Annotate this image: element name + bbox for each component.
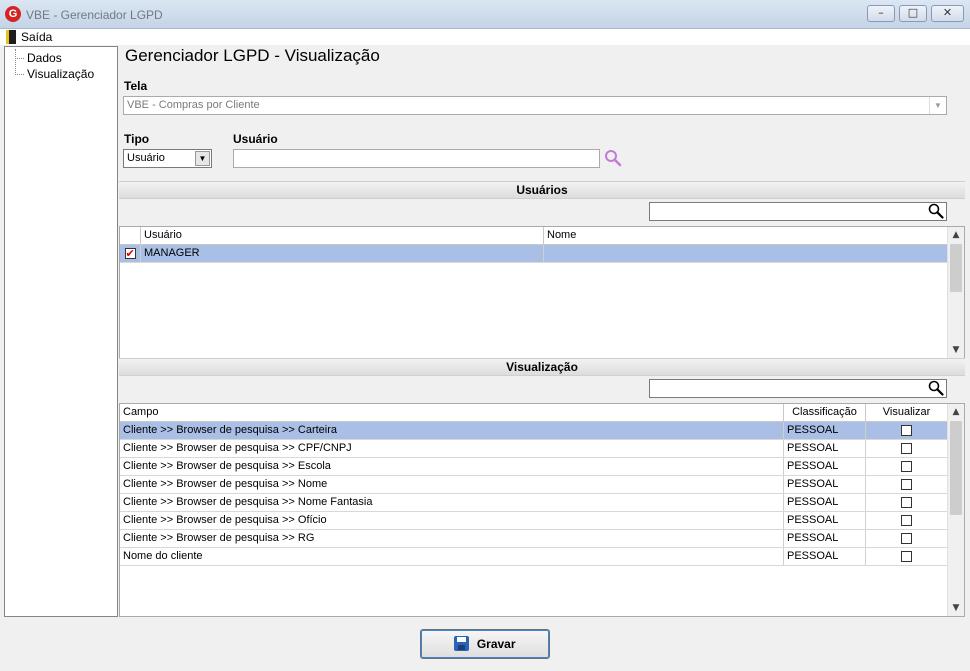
campo-cell: Cliente >> Browser de pesquisa >> Escola — [120, 458, 784, 475]
visualizacao-grid: Campo Classificação Visualizar Cliente >… — [119, 403, 965, 617]
classificacao-cell: PESSOAL — [784, 548, 866, 565]
nome-cell — [544, 245, 948, 262]
scroll-down-icon[interactable]: ▼ — [948, 600, 964, 616]
classificacao-cell: PESSOAL — [784, 422, 866, 439]
visualizar-checkbox[interactable] — [901, 478, 912, 490]
users-section-header: Usuários — [119, 181, 965, 199]
tela-select-value: VBE - Compras por Cliente — [127, 99, 260, 111]
classificacao-cell: PESSOAL — [784, 440, 866, 457]
table-row[interactable]: Nome do cliente PESSOAL — [120, 548, 948, 566]
table-row[interactable]: Cliente >> Browser de pesquisa >> Nome P… — [120, 476, 948, 494]
tipo-select[interactable]: Usuário ▼ — [123, 149, 212, 168]
column-header-nome[interactable]: Nome — [544, 227, 948, 245]
close-button[interactable]: ✕ — [931, 5, 964, 22]
table-row[interactable]: Cliente >> Browser de pesquisa >> Nome F… — [120, 494, 948, 512]
usuario-cell: MANAGER — [141, 245, 544, 262]
users-grid-header: Usuário Nome — [120, 227, 948, 245]
table-row[interactable]: Cliente >> Browser de pesquisa >> RG PES… — [120, 530, 948, 548]
window-title: VBE - Gerenciador LGPD — [26, 8, 163, 22]
table-row[interactable]: Cliente >> Browser de pesquisa >> Ofício… — [120, 512, 948, 530]
tipo-label: Tipo — [124, 132, 150, 146]
tela-select[interactable]: VBE - Compras por Cliente ▼ — [123, 96, 947, 115]
users-grid: Usuário Nome MANAGER ▲ ▼ — [119, 226, 965, 359]
visualizar-cell — [866, 494, 948, 511]
classificacao-cell: PESSOAL — [784, 530, 866, 547]
scroll-up-icon[interactable]: ▲ — [948, 404, 964, 420]
users-filter-input[interactable] — [649, 202, 947, 221]
campo-cell: Cliente >> Browser de pesquisa >> CPF/CN… — [120, 440, 784, 457]
visualizacao-grid-header: Campo Classificação Visualizar — [120, 404, 948, 422]
app-logo-icon: G — [5, 6, 21, 22]
chevron-down-icon[interactable]: ▼ — [195, 151, 210, 166]
visualizar-checkbox[interactable] — [901, 532, 912, 544]
scrollbar-thumb[interactable] — [950, 421, 962, 515]
title-bar: G VBE - Gerenciador LGPD – □ ✕ — [0, 0, 970, 29]
visualizar-checkbox[interactable] — [901, 496, 912, 508]
users-grid-scrollbar[interactable]: ▲ ▼ — [947, 227, 964, 358]
campo-cell: Cliente >> Browser de pesquisa >> Cartei… — [120, 422, 784, 439]
visualizar-cell — [866, 440, 948, 457]
visualizar-cell — [866, 548, 948, 565]
row-checkbox-cell — [120, 245, 141, 262]
save-button-label: Gravar — [476, 637, 516, 651]
visualizar-checkbox[interactable] — [901, 424, 912, 436]
visualizacao-grid-scrollbar[interactable]: ▲ ▼ — [947, 404, 964, 616]
campo-cell: Cliente >> Browser de pesquisa >> RG — [120, 530, 784, 547]
table-row[interactable]: Cliente >> Browser de pesquisa >> Escola… — [120, 458, 948, 476]
visualizar-cell — [866, 422, 948, 439]
navigation-tree: Dados Visualização — [4, 46, 118, 617]
search-icon[interactable] — [604, 149, 622, 167]
save-button[interactable]: Gravar — [420, 629, 550, 659]
campo-cell: Nome do cliente — [120, 548, 784, 565]
visualizar-cell — [866, 530, 948, 547]
classificacao-cell: PESSOAL — [784, 512, 866, 529]
tree-item-dados[interactable]: Dados — [15, 51, 62, 65]
visualizar-checkbox[interactable] — [901, 442, 912, 454]
column-header-visualizar[interactable]: Visualizar — [866, 404, 948, 422]
visualizar-checkbox[interactable] — [901, 550, 912, 562]
column-header-usuario[interactable]: Usuário — [141, 227, 544, 245]
scroll-down-icon[interactable]: ▼ — [948, 342, 964, 358]
column-header-campo[interactable]: Campo — [120, 404, 784, 422]
campo-cell: Cliente >> Browser de pesquisa >> Nome F… — [120, 494, 784, 511]
table-row[interactable]: Cliente >> Browser de pesquisa >> CPF/CN… — [120, 440, 948, 458]
chevron-down-icon[interactable]: ▼ — [929, 97, 946, 114]
tela-label: Tela — [124, 79, 148, 93]
classificacao-cell: PESSOAL — [784, 458, 866, 475]
visualizar-cell — [866, 458, 948, 475]
scrollbar-thumb[interactable] — [950, 244, 962, 292]
scroll-up-icon[interactable]: ▲ — [948, 227, 964, 243]
visualizar-cell — [866, 512, 948, 529]
search-icon[interactable] — [928, 203, 944, 219]
column-header-classificacao[interactable]: Classificação — [784, 404, 866, 422]
campo-cell: Cliente >> Browser de pesquisa >> Ofício — [120, 512, 784, 529]
usuario-label: Usuário — [233, 132, 278, 146]
exit-door-icon — [6, 30, 16, 44]
search-icon[interactable] — [928, 380, 944, 396]
visualizacao-filter-input[interactable] — [649, 379, 947, 398]
tree-connector-line — [15, 49, 16, 75]
menu-exit-label: Saída — [21, 30, 53, 44]
visualizar-checkbox[interactable] — [901, 460, 912, 472]
usuario-input[interactable] — [233, 149, 600, 168]
visualizar-cell — [866, 476, 948, 493]
visualizacao-section-header: Visualização — [119, 358, 965, 376]
classificacao-cell: PESSOAL — [784, 494, 866, 511]
campo-cell: Cliente >> Browser de pesquisa >> Nome — [120, 476, 784, 493]
floppy-disk-icon — [454, 636, 470, 651]
minimize-button[interactable]: – — [867, 5, 895, 22]
tipo-select-value: Usuário — [127, 152, 165, 164]
table-row[interactable]: MANAGER — [120, 245, 948, 263]
users-grid-check-header — [120, 227, 141, 245]
table-row[interactable]: Cliente >> Browser de pesquisa >> Cartei… — [120, 422, 948, 440]
tree-item-visualizacao[interactable]: Visualização — [14, 67, 94, 81]
page-title: Gerenciador LGPD - Visualização — [125, 46, 380, 65]
visualizar-checkbox[interactable] — [901, 514, 912, 526]
classificacao-cell: PESSOAL — [784, 476, 866, 493]
menu-bar: Saída — [0, 29, 970, 45]
row-checkbox[interactable] — [124, 246, 136, 262]
maximize-button[interactable]: □ — [899, 5, 927, 22]
